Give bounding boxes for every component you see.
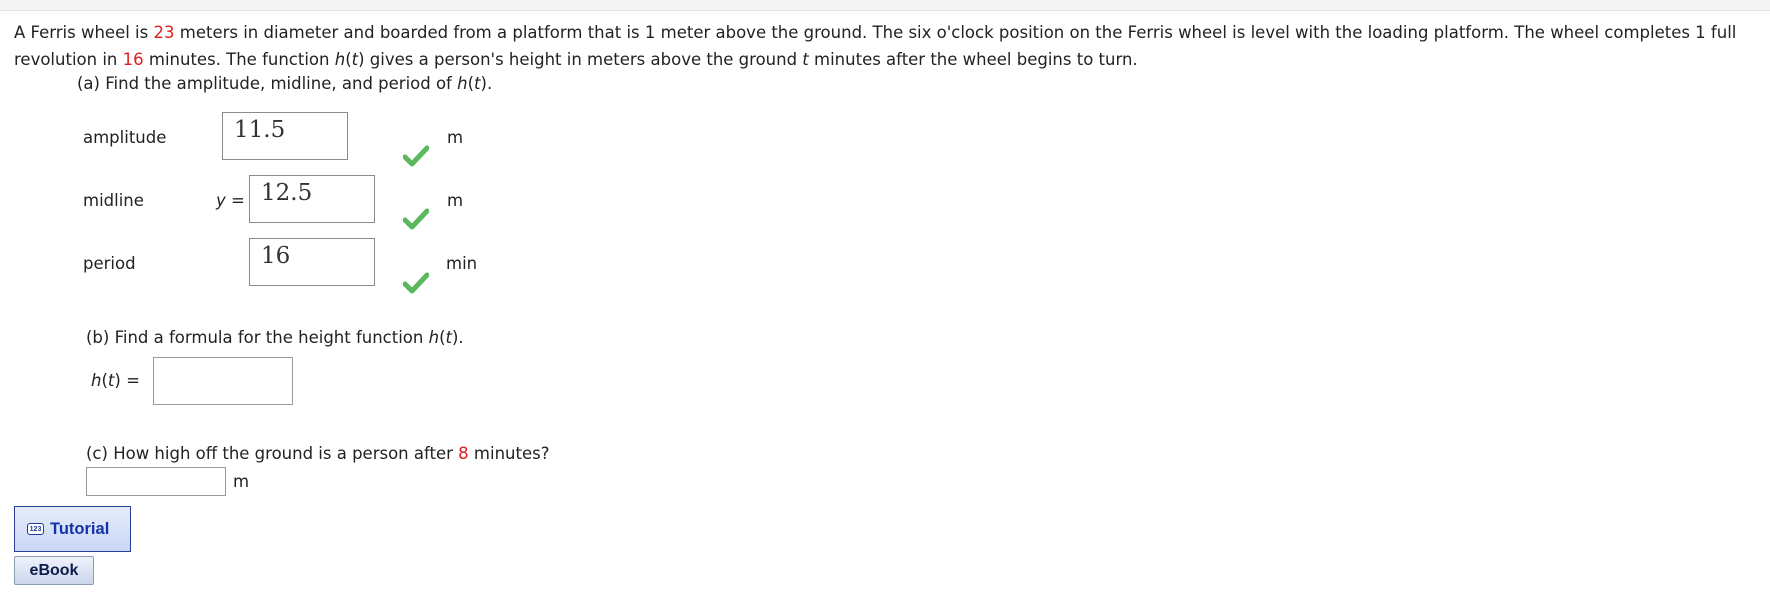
problem-text: gives a person's height in meters above … (364, 50, 803, 69)
prompt-text: (b) Find a formula for the height functi… (86, 328, 429, 347)
midline-prefix: y = (216, 191, 245, 210)
amplitude-label: amplitude (83, 128, 167, 147)
midline-label: midline (83, 191, 144, 210)
top-border (0, 0, 1770, 11)
function-name: h (91, 371, 102, 390)
period-answer-field[interactable]: 16 (249, 238, 375, 286)
paren: ). (480, 74, 493, 93)
tutorial-label: Tutorial (50, 519, 110, 538)
prompt-text: minutes? (468, 444, 550, 463)
period-unit: min (446, 254, 478, 273)
equals-sign: = (120, 371, 140, 390)
equals-sign: = (225, 191, 245, 210)
problem-statement: A Ferris wheel is 23 meters in diameter … (14, 19, 1759, 73)
revolution-minutes-value: 16 (122, 50, 144, 69)
function-name: h (428, 328, 440, 347)
tutorial-icon: 123 (27, 523, 44, 535)
amplitude-unit: m (447, 128, 464, 147)
paren: ). (452, 328, 464, 347)
prompt-text: (a) Find the amplitude, midline, and per… (77, 74, 458, 93)
height-function-input[interactable] (153, 357, 293, 405)
problem-text: minutes. The function (143, 50, 335, 69)
diameter-value: 23 (153, 23, 175, 42)
amplitude-answer-field[interactable]: 11.5 (222, 112, 348, 160)
period-label: period (83, 254, 136, 273)
height-after-minutes-input[interactable] (86, 467, 226, 496)
correct-check-icon (403, 208, 429, 230)
correct-check-icon (403, 272, 429, 294)
minutes-value: 8 (458, 444, 469, 463)
variable-y: y (216, 191, 226, 210)
part-c-prompt: (c) How high off the ground is a person … (86, 444, 549, 463)
problem-text: A Ferris wheel is (14, 23, 154, 42)
correct-check-icon (403, 145, 429, 167)
midline-unit: m (447, 191, 464, 210)
ebook-button[interactable]: eBook (14, 556, 94, 585)
part-b-prompt: (b) Find a formula for the height functi… (86, 328, 464, 347)
prompt-text: (c) How high off the ground is a person … (86, 444, 459, 463)
height-function-label: h(t) = (91, 371, 140, 390)
function-name: h (334, 50, 346, 69)
height-unit: m (233, 472, 250, 491)
midline-answer-field[interactable]: 12.5 (249, 175, 375, 223)
function-name: h (457, 74, 468, 93)
part-a-prompt: (a) Find the amplitude, midline, and per… (77, 74, 492, 93)
problem-text: minutes after the wheel begins to turn. (808, 50, 1138, 69)
tutorial-button[interactable]: 123 Tutorial (14, 506, 131, 552)
